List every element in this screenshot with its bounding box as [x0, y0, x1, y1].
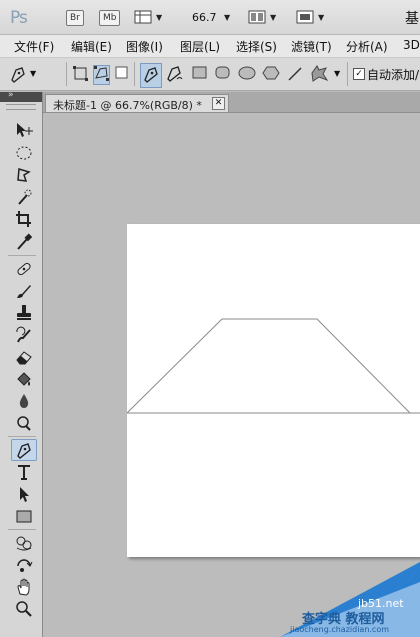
workspace-switcher[interactable]: 基 [405, 8, 419, 28]
crop-tool-icon[interactable] [12, 209, 36, 229]
ellipse-shape-icon[interactable] [238, 66, 256, 83]
eraser-tool-icon[interactable] [12, 347, 36, 367]
marquee-tool-icon[interactable] [12, 143, 36, 163]
auto-add-delete-label: 自动添加/ [367, 68, 420, 82]
blur-tool-icon[interactable] [12, 391, 36, 411]
trapezoid-path [127, 318, 411, 414]
history-brush-icon[interactable] [12, 325, 36, 345]
menu-analysis[interactable]: 分析(A) [346, 38, 388, 55]
separator [66, 62, 67, 86]
menu-filter[interactable]: 滤镜(T) [291, 38, 332, 55]
brush-tool-icon[interactable] [12, 281, 36, 301]
fill-pixels-icon[interactable] [115, 66, 129, 83]
watermark: jb51.net 查字典 教程网 jiaocheng.chazidian.com [280, 562, 420, 637]
menu-edit[interactable]: 编辑(E) [71, 38, 112, 55]
custom-shape-icon[interactable] [309, 64, 329, 85]
close-icon[interactable]: ✕ [212, 97, 225, 110]
lasso-tool-icon[interactable] [12, 165, 36, 185]
paint-bucket-icon[interactable] [12, 369, 36, 389]
chevron-down-icon[interactable]: ▼ [270, 13, 276, 22]
menu-file[interactable]: 文件(F) [14, 38, 54, 55]
rectangle-tool-icon[interactable] [12, 506, 36, 526]
tool-options-bar: ▼ ▼ ✓ 自动添加/ [0, 58, 420, 91]
photoshop-logo: Ps [10, 8, 28, 28]
menu-bar: 文件(F) 编辑(E) 图像(I) 图层(L) 选择(S) 滤镜(T) 分析(A… [0, 35, 420, 58]
document-tab-strip: 未标题-1 @ 66.7%(RGB/8) * ✕ [43, 92, 420, 113]
mini-bridge-button[interactable]: Mb [99, 10, 121, 26]
menu-3d[interactable]: 3D [403, 38, 420, 52]
dodge-tool-icon[interactable] [12, 413, 36, 433]
quick-selection-tool-icon[interactable] [12, 187, 36, 207]
zoom-tool-icon[interactable] [12, 599, 36, 619]
rectangle-shape-icon[interactable] [192, 66, 208, 83]
separator [347, 62, 348, 86]
move-tool-icon[interactable] [12, 120, 36, 140]
view-extras-icon[interactable] [134, 9, 152, 28]
toolbox-separator [8, 529, 36, 530]
pen-tool-icon[interactable] [140, 63, 162, 88]
menu-select[interactable]: 选择(S) [236, 38, 277, 55]
toolbox-panel: » [0, 90, 43, 637]
spot-healing-brush-icon[interactable] [12, 259, 36, 279]
document-canvas[interactable] [127, 224, 420, 557]
toolbox-grip[interactable] [6, 104, 36, 110]
rounded-rectangle-icon[interactable] [215, 66, 231, 83]
hand-tool-icon[interactable] [12, 577, 36, 597]
chevron-down-icon[interactable]: ▼ [318, 13, 324, 22]
auto-add-delete-checkbox[interactable]: ✓ [353, 68, 365, 80]
shape-layers-icon[interactable] [73, 66, 88, 84]
screen-mode-icon[interactable] [296, 9, 314, 28]
3d-orbit-icon[interactable] [12, 555, 36, 575]
chevron-down-icon[interactable]: ▼ [334, 69, 340, 78]
separator [134, 62, 135, 86]
chevron-down-icon[interactable]: ▼ [156, 13, 162, 22]
arrange-documents-icon[interactable] [248, 9, 266, 28]
document-tab-label: 未标题-1 @ 66.7%(RGB/8) * [53, 99, 202, 112]
pen-tool-icon[interactable] [11, 439, 37, 461]
3d-rotate-icon[interactable] [12, 533, 36, 553]
bridge-button[interactable]: Br [66, 10, 84, 26]
app-title-bar: Ps Br Mb ▼ 66.7 ▼ ▼ ▼ 基 [0, 0, 420, 35]
toolbox-separator [8, 255, 36, 256]
tool-preset-pen-icon[interactable] [8, 64, 28, 87]
toolbox-separator [8, 436, 36, 437]
work-path [127, 318, 420, 414]
chevron-down-icon[interactable]: ▼ [224, 13, 230, 22]
collapse-icon[interactable]: » [8, 90, 14, 100]
watermark-url: jiaocheng.chazidian.com [290, 625, 390, 634]
clone-stamp-icon[interactable] [12, 303, 36, 323]
menu-layer[interactable]: 图层(L) [180, 38, 220, 55]
eyedropper-tool-icon[interactable] [12, 232, 36, 252]
paths-mode-icon[interactable] [93, 65, 110, 85]
freeform-pen-icon[interactable] [164, 63, 184, 86]
path-selection-icon[interactable] [12, 484, 36, 504]
toolbox-header[interactable]: » [0, 90, 42, 102]
document-tab[interactable]: 未标题-1 @ 66.7%(RGB/8) * ✕ [45, 94, 229, 112]
zoom-level[interactable]: 66.7 [192, 11, 217, 24]
menu-image[interactable]: 图像(I) [126, 38, 163, 55]
canvas-workspace[interactable] [43, 113, 420, 637]
type-tool-icon[interactable] [12, 462, 36, 482]
line-shape-icon[interactable] [287, 66, 303, 85]
polygon-shape-icon[interactable] [262, 66, 280, 83]
chevron-down-icon[interactable]: ▼ [30, 69, 36, 78]
